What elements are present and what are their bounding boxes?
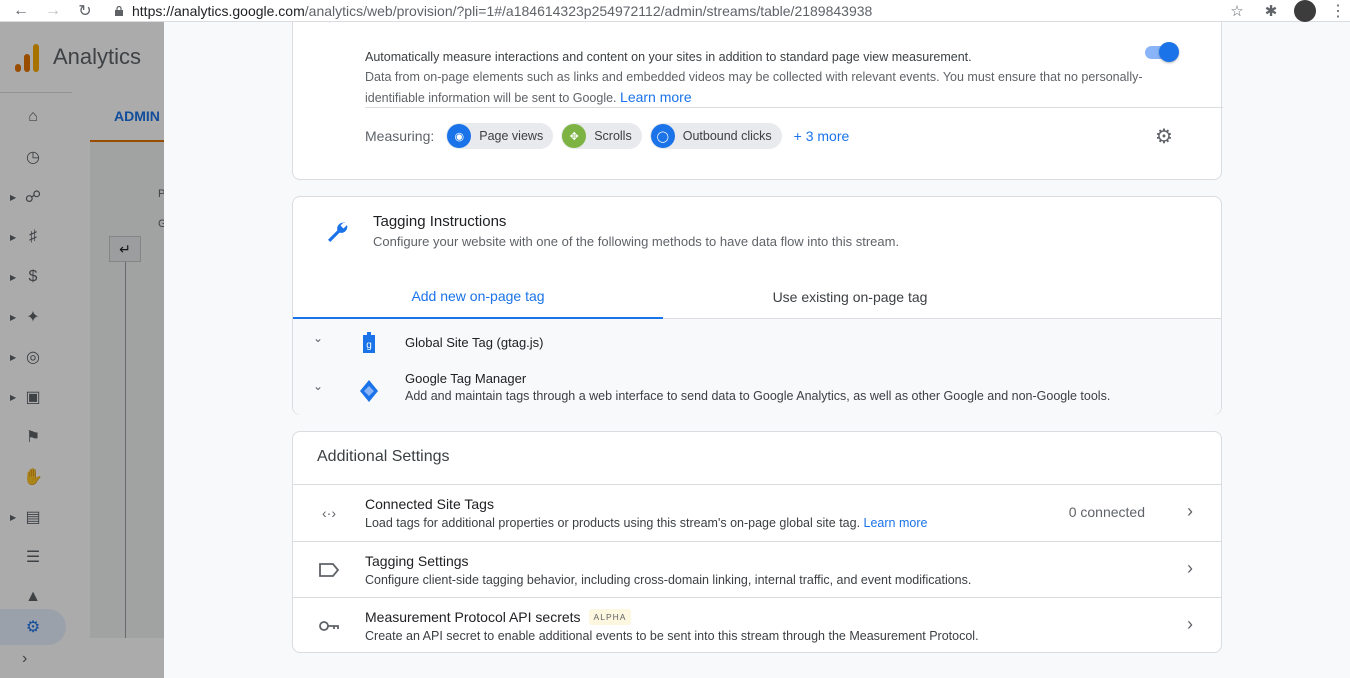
code-icon: ‹·› xyxy=(322,505,336,521)
row-desc-text: Load tags for additional properties or p… xyxy=(365,516,861,530)
row-title-text: Measurement Protocol API secrets xyxy=(365,609,581,625)
modal-scrim[interactable] xyxy=(0,22,164,678)
tagging-tabs: Add new on-page tag Use existing on-page… xyxy=(293,275,1221,319)
chevron-right-icon[interactable]: › xyxy=(1187,501,1193,522)
enhanced-measurement-card: ✦ Automatically measure interactions and… xyxy=(292,22,1223,180)
more-measurements-link[interactable]: + 3 more xyxy=(794,128,850,144)
connected-count: 0 connected xyxy=(1068,504,1145,520)
tab-use-existing-tag[interactable]: Use existing on-page tag xyxy=(663,275,1037,319)
gear-icon[interactable]: ⚙ xyxy=(1155,127,1173,147)
accordion-description: Add and maintain tags through a web inte… xyxy=(405,389,1111,403)
tagging-instructions-card: Tagging Instructions Configure your webs… xyxy=(292,196,1222,415)
browser-toolbar: ← → ↻ https://analytics.google.com/analy… xyxy=(0,0,1350,22)
url-domain: https://analytics.google.com xyxy=(132,2,305,19)
accordion-google-tag-manager[interactable]: ⌄ Google Tag Manager Add and maintain ta… xyxy=(293,367,1221,415)
measuring-label: Measuring: xyxy=(365,128,435,144)
alpha-badge: ALPHA xyxy=(588,609,632,625)
additional-settings-card: Additional Settings ‹·› Connected Site T… xyxy=(292,431,1222,653)
url-path: /analytics/web/provision/?pli=1#/a184614… xyxy=(304,2,873,19)
row-measurement-protocol[interactable]: Measurement Protocol API secrets ALPHA Cr… xyxy=(293,597,1221,653)
row-connected-site-tags[interactable]: ‹·› Connected Site Tags Load tags for ad… xyxy=(293,484,1221,540)
stream-details-drawer: ✦ Automatically measure interactions and… xyxy=(164,22,1350,678)
chip-label: Page views xyxy=(479,129,544,143)
mouse-icon: ◯ xyxy=(650,124,675,148)
chevron-right-icon[interactable]: › xyxy=(1187,558,1193,579)
extensions-icon[interactable]: ✱ xyxy=(1260,2,1282,20)
learn-more-link[interactable]: Learn more xyxy=(620,89,692,105)
additional-settings-title: Additional Settings xyxy=(317,448,450,465)
gtag-icon: g xyxy=(363,332,375,353)
row-title: Measurement Protocol API secrets ALPHA xyxy=(365,609,632,625)
accordion-title: Google Tag Manager xyxy=(405,371,527,386)
svg-text:g: g xyxy=(366,340,372,351)
tab-add-new-tag[interactable]: Add new on-page tag xyxy=(293,275,663,319)
key-icon xyxy=(319,621,339,631)
chevron-down-icon[interactable]: ⌄ xyxy=(313,331,323,345)
lock-icon[interactable] xyxy=(114,5,124,16)
em-lead-text: Automatically measure interactions and c… xyxy=(365,50,972,64)
scroll-icon: ✥ xyxy=(562,124,587,148)
chip-page-views: ◉ Page views xyxy=(446,123,554,149)
address-bar[interactable]: https://analytics.google.com/analytics/w… xyxy=(132,3,872,19)
chip-outbound-clicks: ◯ Outbound clicks xyxy=(649,123,782,149)
enhanced-measurement-description: Automatically measure interactions and c… xyxy=(365,47,1145,108)
divider xyxy=(365,107,1223,108)
chip-scrolls: ✥ Scrolls xyxy=(561,123,642,149)
forward-arrow-icon[interactable]: → xyxy=(42,2,64,20)
enhanced-measurement-toggle[interactable] xyxy=(1145,41,1181,63)
accordion-title: Global Site Tag (gtag.js) xyxy=(405,335,544,350)
label-icon xyxy=(319,563,340,577)
row-tagging-settings[interactable]: Tagging Settings Configure client-side t… xyxy=(293,541,1221,597)
wrench-icon xyxy=(328,222,348,242)
em-body-text: Data from on-page elements such as links… xyxy=(365,70,1143,105)
tag-manager-icon xyxy=(360,380,378,402)
row-description: Configure client-side tagging behavior, … xyxy=(365,573,972,587)
accordion-global-site-tag[interactable]: ⌄ g Global Site Tag (gtag.js) xyxy=(293,319,1221,367)
sparkle-icon: ✦ xyxy=(325,22,333,26)
chevron-down-icon[interactable]: ⌄ xyxy=(313,379,323,393)
toggle-knob xyxy=(1159,42,1179,62)
reload-icon[interactable]: ↻ xyxy=(74,1,96,21)
chip-label: Scrolls xyxy=(594,129,632,143)
measuring-row: Measuring: ◉ Page views ✥ Scrolls ◯ Outb… xyxy=(365,123,849,149)
chevron-right-icon[interactable]: › xyxy=(1187,614,1193,635)
tagging-instructions-subtitle: Configure your website with one of the f… xyxy=(373,234,900,249)
eye-icon: ◉ xyxy=(447,124,472,148)
learn-more-link[interactable]: Learn more xyxy=(864,516,928,530)
tagging-instructions-title: Tagging Instructions xyxy=(373,213,507,230)
browser-actions: ☆ ✱ ⋮ xyxy=(1226,0,1350,22)
star-icon[interactable]: ☆ xyxy=(1226,2,1248,20)
row-description: Load tags for additional properties or p… xyxy=(365,516,927,530)
row-description: Create an API secret to enable additiona… xyxy=(365,629,979,643)
row-title: Connected Site Tags xyxy=(365,496,494,512)
chip-label: Outbound clicks xyxy=(682,129,772,143)
back-arrow-icon[interactable]: ← xyxy=(10,2,32,20)
row-title: Tagging Settings xyxy=(365,553,469,569)
avatar[interactable] xyxy=(1294,0,1316,22)
menu-icon[interactable]: ⋮ xyxy=(1330,1,1346,21)
